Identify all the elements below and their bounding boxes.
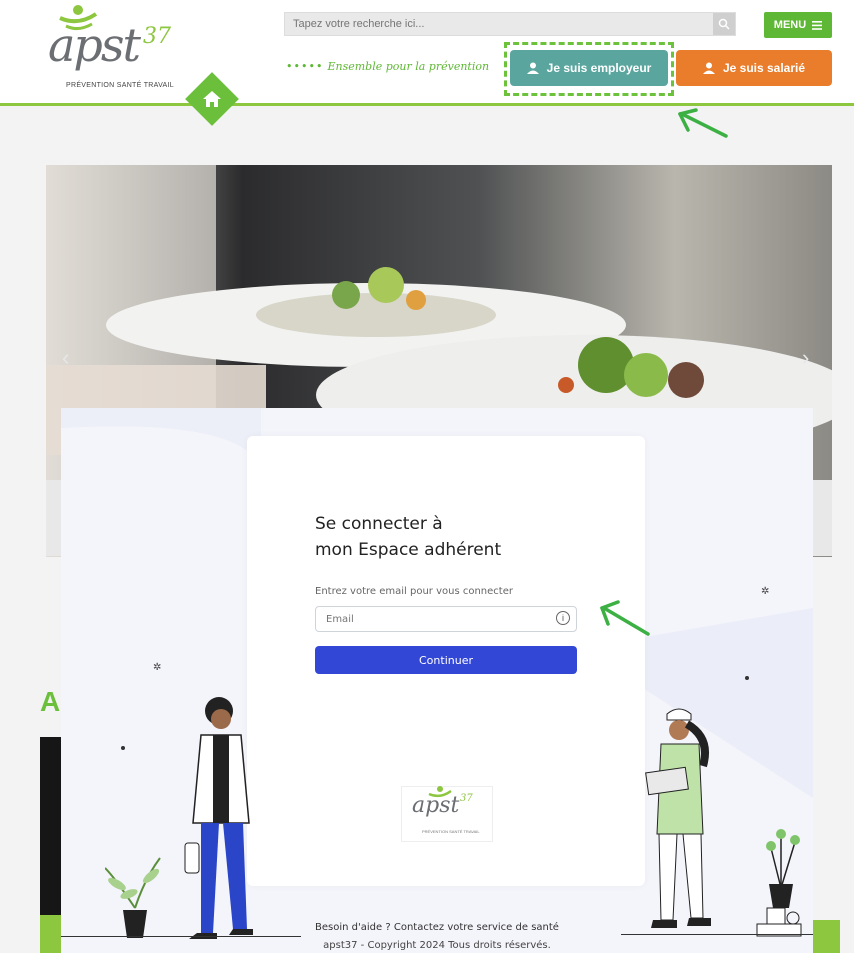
menu-button[interactable]: MENU — [764, 12, 832, 38]
decor-dot — [121, 746, 125, 750]
man-illustration — [184, 697, 253, 939]
site-header: apst 37 PRÉVENTION SANTÉ TRAVAIL MENU ••… — [0, 0, 854, 106]
login-card: Se connecter à mon Espace adhérent Entre… — [247, 436, 645, 886]
card-logo-subtitle: PRÉVENTION SANTÉ TRAVAIL — [422, 829, 480, 834]
decor-dot — [745, 676, 749, 680]
sparkle-icon: ✲ — [153, 662, 162, 673]
sparkle-icon: ✲ — [761, 586, 770, 597]
employee-button[interactable]: Je suis salarié — [676, 50, 832, 86]
email-input[interactable] — [316, 607, 556, 631]
search-input[interactable] — [285, 13, 721, 35]
login-overlay: ✲ ✲ Se connecter à mon Espace adhérent E… — [61, 408, 813, 953]
login-title: Se connecter à mon Espace adhérent — [315, 511, 501, 563]
carousel-prev-icon[interactable]: ‹ — [62, 345, 69, 371]
background-green-bar-right — [813, 920, 840, 953]
person-icon — [526, 62, 539, 74]
search-bar — [284, 12, 736, 36]
background-card-image — [40, 737, 62, 937]
continue-button[interactable]: Continuer — [315, 646, 577, 674]
menu-label: MENU — [773, 19, 807, 31]
ground-line-left — [61, 936, 301, 937]
engineer-illustration — [645, 708, 711, 928]
employee-button-label: Je suis salarié — [722, 61, 806, 75]
logo-subtitle: PRÉVENTION SANTÉ TRAVAIL — [66, 82, 174, 89]
tagline: ••••• Ensemble pour la prévention — [286, 60, 489, 73]
copyright-text: apst37 - Copyright 2024 Tous droits rése… — [323, 940, 551, 951]
card-apst-logo: apst 37 PRÉVENTION SANTÉ TRAVAIL — [401, 786, 493, 842]
logo-wordmark: apst — [48, 18, 141, 72]
background-green-bar — [40, 915, 62, 953]
tagline-dots-icon: ••••• — [286, 60, 324, 73]
login-title-line2: mon Espace adhérent — [315, 540, 502, 560]
section-heading-letter: A — [40, 686, 61, 717]
search-button[interactable] — [713, 13, 735, 35]
info-icon[interactable]: i — [556, 611, 570, 625]
email-label: Entrez votre email pour vous connecter — [315, 586, 513, 597]
apst-logo[interactable]: apst 37 PRÉVENTION SANTÉ TRAVAIL — [38, 4, 188, 94]
annotation-arrow-icon — [678, 108, 728, 138]
logo-number: 37 — [143, 24, 171, 49]
hamburger-icon — [812, 20, 823, 30]
ground-line-right — [621, 934, 813, 935]
employer-button[interactable]: Je suis employeur — [510, 50, 668, 86]
person-icon — [702, 62, 715, 74]
annotation-arrow-icon — [600, 600, 650, 636]
carousel-next-icon[interactable]: › — [802, 345, 809, 371]
help-text: Besoin d'aide ? Contactez votre service … — [315, 922, 559, 933]
tagline-text: Ensemble pour la prévention — [327, 60, 490, 73]
employer-button-label: Je suis employeur — [546, 61, 652, 75]
login-title-line1: Se connecter à — [315, 514, 443, 534]
card-logo-wordmark: apst — [412, 793, 460, 818]
email-field[interactable]: i — [315, 606, 577, 632]
home-icon — [203, 91, 221, 107]
card-logo-number: 37 — [460, 793, 473, 804]
search-icon — [718, 18, 730, 30]
